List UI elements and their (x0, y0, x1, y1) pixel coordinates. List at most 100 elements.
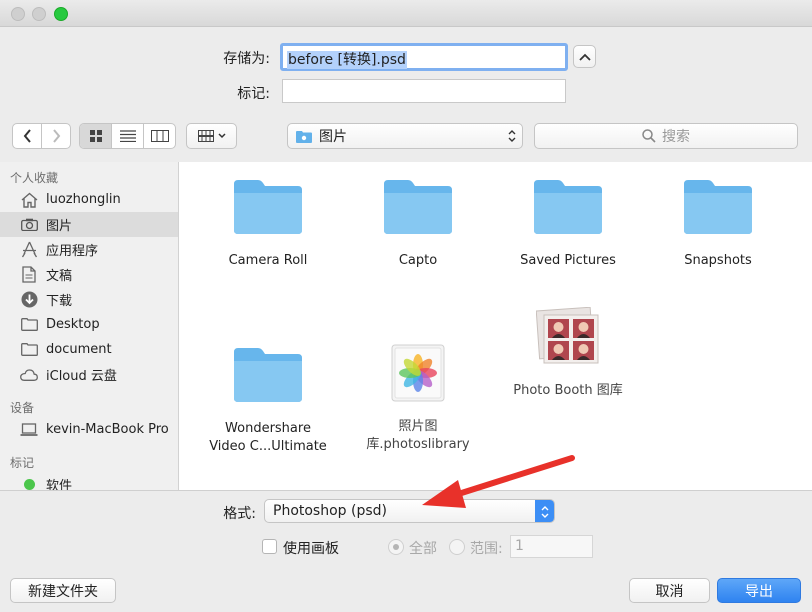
file-item[interactable]: Wondershare Video C...Ultimate (193, 312, 343, 474)
icon-view-button[interactable] (80, 124, 112, 148)
sidebar-item-label: 应用程序 (46, 244, 99, 259)
location-popup[interactable]: 图片 (287, 123, 523, 149)
minimize-window-button[interactable] (32, 7, 46, 21)
close-window-button[interactable] (11, 7, 25, 21)
sidebar-item-icloud[interactable]: iCloud 云盘 (0, 362, 178, 387)
column-view-button[interactable] (144, 124, 175, 148)
favorites-header: 个人收藏 (10, 171, 59, 185)
sidebar-item-label: luozhonglin (46, 192, 121, 207)
range-custom-radio[interactable] (449, 539, 465, 555)
pictures-folder-icon (296, 130, 312, 143)
format-value: Photoshop (psd) (273, 503, 387, 519)
icon-view-icon (89, 130, 102, 142)
file-name: Photo Booth 图库 (513, 383, 623, 398)
column-view-icon (150, 130, 169, 142)
search-field[interactable]: 搜索 (534, 123, 798, 149)
cancel-label: 取消 (655, 583, 684, 600)
arrange-button[interactable] (186, 123, 237, 149)
location-label: 图片 (319, 129, 347, 145)
forward-button[interactable] (42, 124, 70, 148)
sidebar-item-home[interactable]: luozhonglin (0, 187, 178, 212)
filename-field[interactable]: before [转换].psd (280, 43, 568, 71)
back-button[interactable] (13, 124, 42, 148)
download-icon (20, 291, 38, 309)
sidebar-item-label: kevin-MacBook Pro (46, 422, 169, 437)
sidebar-item-label: 图片 (46, 219, 73, 234)
sidebar-item-label: 文稿 (46, 269, 73, 284)
file-item[interactable]: Snapshots (643, 180, 793, 270)
apps-icon (20, 241, 38, 259)
annotation-arrow-icon (422, 455, 575, 508)
file-name: Camera Roll (228, 253, 308, 268)
sidebar-item-downloads[interactable]: 下载 (0, 287, 178, 312)
new-folder-label: 新建文件夹 (28, 583, 98, 600)
collapse-dialog-button[interactable] (573, 45, 596, 68)
sidebar-item-documents[interactable]: 文稿 (0, 262, 178, 287)
cancel-button[interactable]: 取消 (629, 578, 710, 603)
folder-icon (234, 180, 302, 234)
file-browser: Camera Roll Capto Saved Pictures Snapsho… (179, 162, 812, 490)
export-label: 导出 (745, 583, 773, 600)
file-item[interactable]: Photo Booth 图库 (493, 306, 643, 400)
laptop-icon (20, 421, 38, 439)
sidebar-item-label: 软件 (46, 479, 73, 490)
file-item[interactable]: Camera Roll (193, 180, 343, 270)
export-button[interactable]: 导出 (717, 578, 801, 603)
file-item[interactable]: Capto (343, 180, 493, 270)
file-item[interactable]: Saved Pictures (493, 180, 643, 270)
file-item[interactable]: 照片图 库.photoslibrary (343, 307, 493, 472)
cloud-icon (20, 366, 38, 384)
view-mode-control (79, 123, 176, 149)
sidebar-item-macbook[interactable]: kevin-MacBook Pro (0, 417, 178, 442)
range-all-label: 全部 (409, 541, 437, 557)
folder-icon (534, 180, 602, 234)
file-name: Snapshots (684, 253, 752, 268)
folder-icon (384, 180, 452, 234)
sidebar-item-label: document (46, 342, 112, 357)
sidebar-item-applications[interactable]: 应用程序 (0, 237, 178, 262)
tag-dot-icon (20, 476, 38, 490)
sidebar-item-tag-software[interactable]: 软件 (0, 472, 178, 490)
sidebar-item-desktop[interactable]: Desktop (0, 312, 178, 337)
tags-header: 标记 (10, 456, 35, 470)
list-view-button[interactable] (112, 124, 144, 148)
sidebar-item-label: 下载 (46, 294, 73, 309)
file-name: Saved Pictures (520, 253, 616, 268)
file-name: Wondershare Video C...Ultimate (209, 421, 327, 454)
new-folder-button[interactable]: 新建文件夹 (10, 578, 116, 603)
document-icon (20, 266, 38, 284)
photos-library-icon (388, 325, 448, 402)
range-input[interactable]: 1 (510, 535, 593, 558)
filename-text: before [转换].psd (287, 51, 407, 69)
tags-label: 标记: (237, 86, 270, 102)
chevron-right-icon (52, 129, 60, 143)
format-label: 格式: (223, 506, 256, 522)
chevron-left-icon (23, 129, 31, 143)
desktop-folder-icon (20, 316, 38, 334)
zoom-window-button[interactable] (54, 7, 68, 21)
use-artboard-label: 使用画板 (283, 541, 339, 557)
use-artboard-checkbox[interactable] (262, 539, 277, 554)
tags-field[interactable] (282, 79, 566, 103)
file-name: Capto (398, 253, 438, 268)
folder-icon (684, 180, 752, 234)
updown-chevron-icon (508, 130, 516, 142)
chevron-up-icon (578, 53, 591, 61)
devices-header: 设备 (10, 401, 35, 415)
photo-booth-library-icon (535, 306, 600, 367)
sidebar-item-document-folder[interactable]: document (0, 337, 178, 362)
folder-icon (20, 341, 38, 359)
save-as-label: 存储为: (223, 51, 270, 67)
title-bar (0, 0, 812, 27)
sidebar: 个人收藏 luozhonglin 图片 应用程序 文稿 下载 Desktop d… (0, 162, 179, 490)
camera-icon (20, 216, 38, 234)
arrange-grid-icon (197, 130, 214, 142)
chevron-down-icon (217, 133, 226, 139)
list-view-icon (119, 130, 136, 142)
sidebar-item-label: Desktop (46, 317, 100, 332)
folder-icon (234, 330, 302, 402)
sidebar-item-label: iCloud 云盘 (46, 369, 117, 384)
sidebar-item-pictures[interactable]: 图片 (0, 212, 178, 237)
range-all-radio[interactable] (388, 539, 404, 555)
range-label: 范围: (470, 541, 503, 557)
